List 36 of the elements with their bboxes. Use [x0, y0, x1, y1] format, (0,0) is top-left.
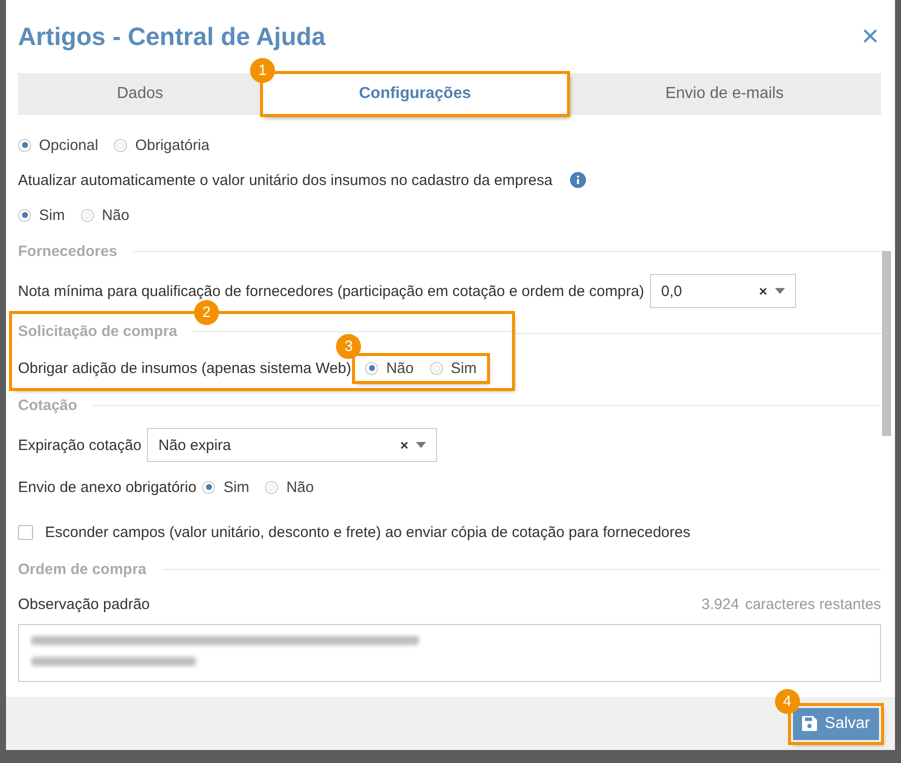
close-button[interactable]: × — [861, 22, 879, 52]
counter-label: caracteres restantes — [745, 596, 881, 612]
section-header: Cotação — [18, 396, 78, 414]
checkbox[interactable] — [18, 524, 33, 540]
radio-option[interactable]: Não — [80, 206, 130, 224]
checkbox-label: Esconder campos (valor unitário, desconto e frete) ao enviar cópia de cotação para fornecedores — [45, 524, 690, 540]
radio-option[interactable]: Não — [265, 478, 314, 496]
field-label: Observação padrão — [18, 596, 150, 612]
field-label: Obrigar adição de insumos (apenas sistema Web) — [18, 360, 352, 376]
field-label: Atualizar automaticamente o valor unitário dos insumos no cadastro da empresa — [18, 172, 552, 188]
select-field[interactable]: 0,0 × — [650, 274, 796, 308]
radio-option[interactable]: Não — [365, 360, 414, 376]
select-field[interactable]: Não expira × — [147, 428, 438, 462]
section-header: Fornecedores — [18, 242, 118, 260]
radio-option[interactable]: Sim — [430, 360, 477, 376]
info-icon[interactable] — [570, 172, 586, 188]
field-label: Nota mínima para qualificação de fornecedores (participação em cotação e ordem de compra) — [18, 282, 644, 300]
textarea-field[interactable] — [18, 624, 881, 682]
step-badge: 1 — [250, 58, 275, 83]
tab[interactable]: Envio de e-mails — [568, 73, 881, 115]
radio-option[interactable]: Opcional — [18, 136, 98, 154]
radio-option[interactable]: Sim — [18, 206, 65, 224]
caret-icon — [416, 442, 426, 448]
field-label: Expiração cotação — [18, 436, 142, 454]
dialog-title: Artigos - Central de Ajuda — [18, 22, 326, 52]
step-badge: 4 — [774, 688, 800, 714]
section-header: Solicitação de compra — [18, 322, 178, 340]
section-header: Ordem de compra — [18, 560, 146, 578]
field-label: Envio de anexo obrigatório — [18, 478, 196, 496]
scrollbar-thumb[interactable] — [882, 251, 891, 436]
step-badge: 2 — [194, 300, 219, 325]
caret-icon — [775, 288, 786, 294]
character-counter: 3.924 — [702, 596, 740, 612]
step-badge: 3 — [336, 334, 362, 358]
radio-option[interactable]: Obrigatória — [114, 136, 210, 154]
radio-option[interactable]: Sim — [202, 478, 250, 496]
